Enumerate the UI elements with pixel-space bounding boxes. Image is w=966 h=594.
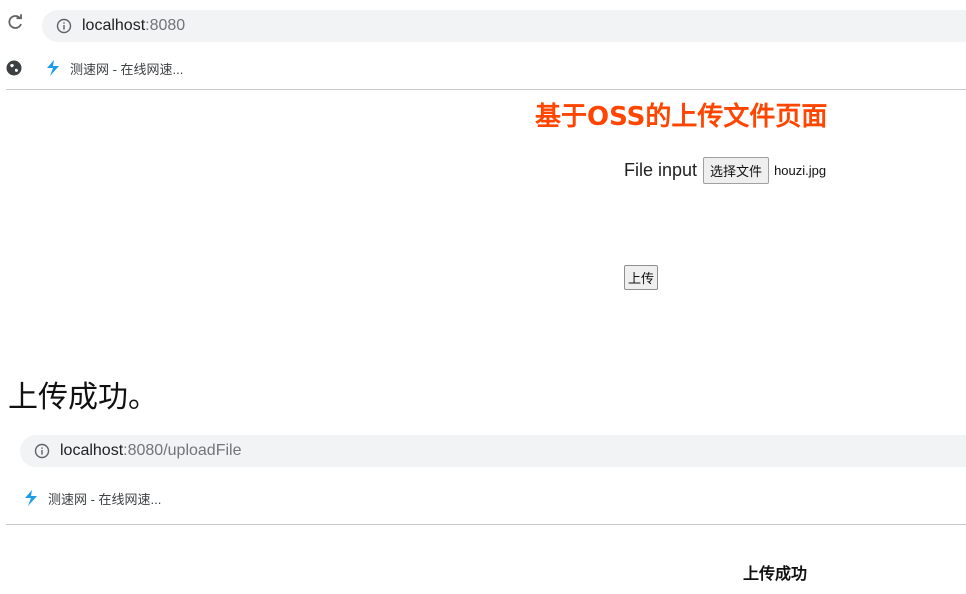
file-input-row: File input 选择文件 houzi.jpg	[624, 157, 826, 184]
address-bar-2[interactable]: localhost:8080/uploadFile	[20, 435, 966, 467]
choose-file-button[interactable]: 选择文件	[703, 157, 770, 184]
info-icon[interactable]	[56, 18, 72, 34]
bookmarks-bar-2: 测速网 - 在线网速...	[22, 488, 161, 508]
address-bar[interactable]: localhost:8080	[42, 10, 966, 42]
upload-success-message: 上传成功	[743, 564, 808, 583]
upload-button[interactable]: 上传	[624, 265, 659, 290]
reload-icon[interactable]	[6, 13, 24, 31]
file-input-label: File input	[624, 160, 698, 180]
speedtest-icon[interactable]	[22, 489, 40, 507]
caption-text: 上传成功。	[8, 380, 158, 415]
address-host: localhost	[60, 442, 124, 459]
address-port: :8080	[145, 17, 186, 34]
page-title: 基于OSS的上传文件页面	[535, 102, 828, 132]
bookmark-speedtest[interactable]: 测速网 - 在线网速...	[70, 59, 183, 78]
chrome-divider	[6, 89, 966, 90]
speedtest-icon[interactable]	[44, 59, 62, 77]
bookmarks-bar: 测速网 - 在线网速...	[6, 58, 183, 78]
chrome-divider	[6, 524, 966, 525]
selected-file-name: houzi.jpg	[774, 163, 827, 178]
address-path: :8080/uploadFile	[123, 442, 242, 459]
bookmark-speedtest[interactable]: 测速网 - 在线网速...	[48, 489, 161, 508]
info-icon[interactable]	[34, 443, 50, 459]
address-host: localhost	[82, 17, 146, 34]
globe-icon[interactable]	[6, 60, 22, 76]
